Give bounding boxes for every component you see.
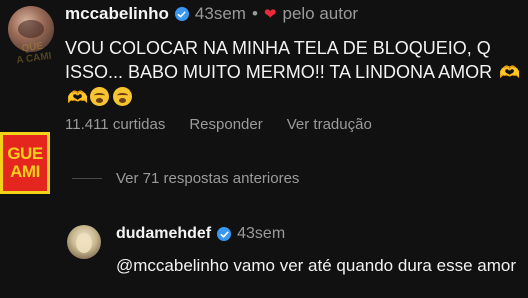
separator: • xyxy=(251,4,258,23)
side-logo: GUE AMI xyxy=(0,132,50,194)
timestamp: 43sem xyxy=(194,4,246,23)
comment-header: mccabelinho 43sem • ❤ pelo autor xyxy=(65,4,358,24)
divider-line xyxy=(72,178,102,179)
main-comment: QUE A CAMI mccabelinho 43sem • ❤ pelo au… xyxy=(0,0,528,150)
heart-hands-icon: 🫶 xyxy=(67,88,88,107)
reply-timestamp: 43sem xyxy=(237,225,286,242)
tired-face-icon xyxy=(113,87,133,106)
reply-username[interactable]: dudamehdef xyxy=(116,225,211,243)
username[interactable]: mccabelinho xyxy=(65,4,169,24)
heart-icon: ❤ xyxy=(263,6,277,23)
heart-hands-icon: 🫶 xyxy=(499,63,520,82)
comment-text: VOU COLOCAR NA MINHA TELA DE BLOQUEIO, Q… xyxy=(65,36,527,110)
watermark-logo: QUE A CAMI xyxy=(15,40,53,67)
reply-header: dudamehdef 43sem xyxy=(116,225,285,243)
verified-badge-icon xyxy=(217,227,232,241)
reply-button[interactable]: Responder xyxy=(189,116,262,133)
reply-avatar[interactable] xyxy=(67,225,101,259)
liked-by-author: pelo autor xyxy=(282,4,359,23)
reply-text: @mccabelinho vamo ver até quando dura es… xyxy=(116,256,516,275)
view-previous-replies[interactable]: Ver 71 respostas anteriores xyxy=(72,170,299,187)
translate-button[interactable]: Ver tradução xyxy=(287,116,372,133)
mention-link[interactable]: @mccabelinho xyxy=(116,256,229,275)
view-replies-label[interactable]: Ver 71 respostas anteriores xyxy=(116,170,299,187)
comment-actions: 11.411 curtidas Responder Ver tradução xyxy=(65,116,372,133)
verified-badge-icon xyxy=(174,7,189,21)
likes-count[interactable]: 11.411 curtidas xyxy=(65,116,165,133)
tired-face-icon xyxy=(90,87,110,106)
